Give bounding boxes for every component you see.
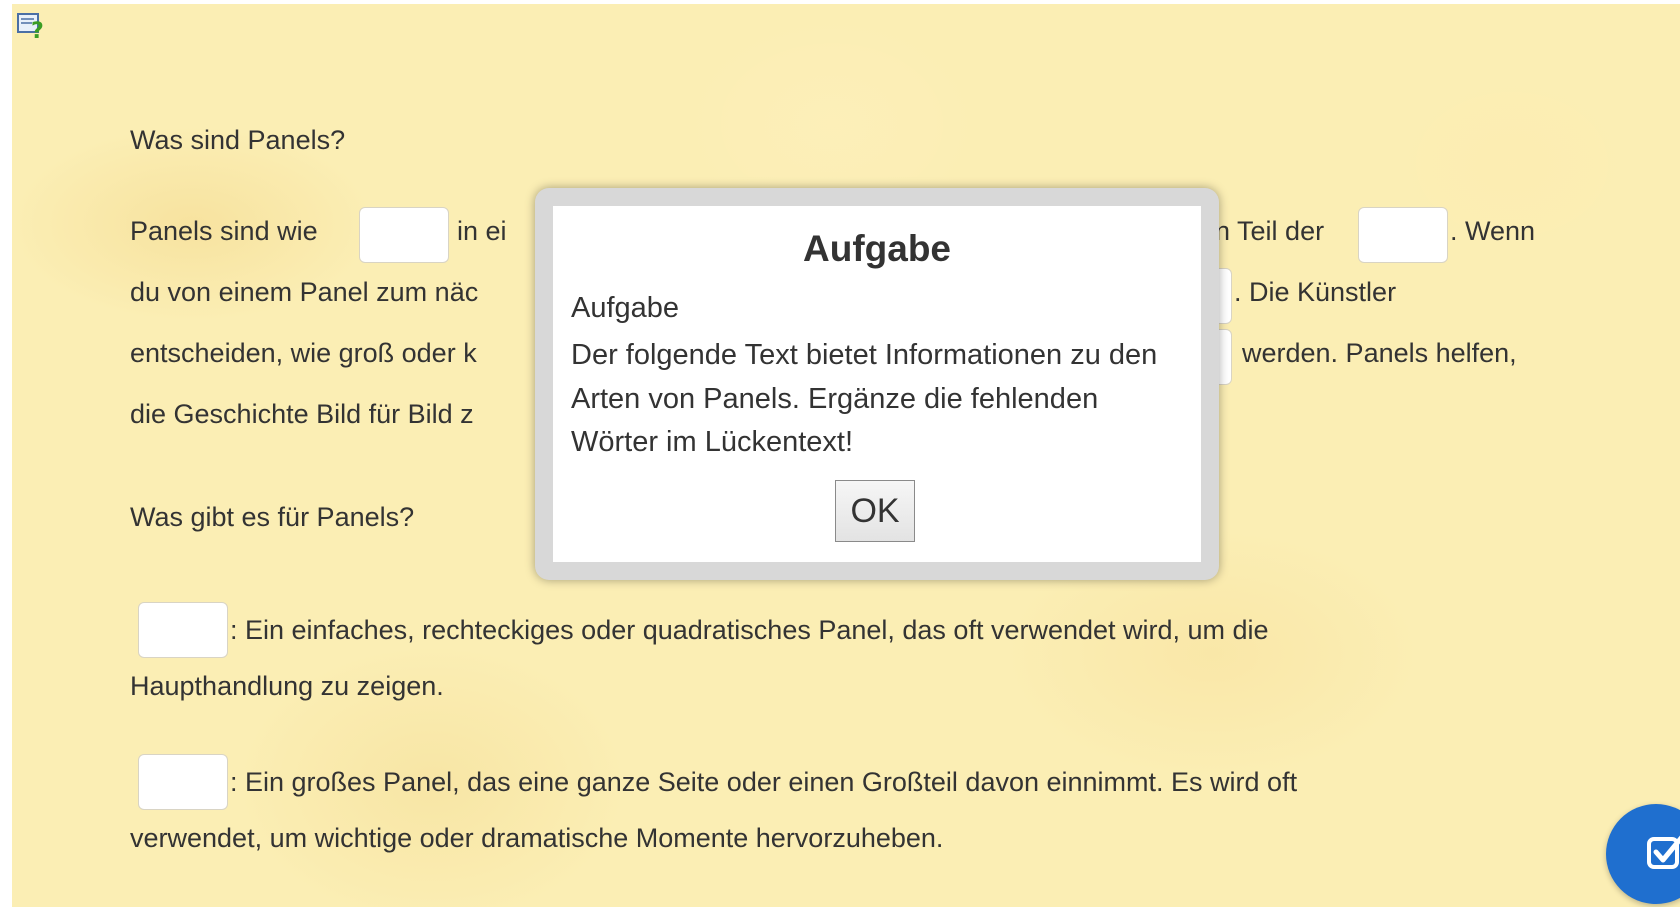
dialog-title: Aufgabe bbox=[803, 228, 951, 269]
item2-line1: : Ein großes Panel, das eine ganze Seite… bbox=[230, 767, 1298, 797]
worksheet-page: ? Was sind Panels? Panels sind wie in ei… bbox=[12, 4, 1680, 907]
gap-input-2[interactable] bbox=[1358, 207, 1448, 263]
item2-line2: verwendet, um wichtige oder dramatische … bbox=[130, 823, 944, 853]
gap-input-5[interactable] bbox=[138, 602, 228, 658]
item1-line1: : Ein einfaches, rechteckiges oder quadr… bbox=[230, 615, 1269, 645]
task-dialog: Aufgabe Aufgabe Der folgende Text bietet… bbox=[535, 188, 1219, 580]
para1-line3-end: werden. Panels helfen, bbox=[1242, 338, 1517, 368]
para1-line2-end: . Die Künstler bbox=[1234, 277, 1397, 307]
gap-input-6[interactable] bbox=[138, 754, 228, 810]
para1-line1-fragment: in ei bbox=[457, 216, 507, 246]
svg-text:?: ? bbox=[31, 19, 44, 43]
dialog-heading: Aufgabe bbox=[571, 292, 680, 324]
task-dialog-content: Aufgabe Aufgabe Der folgende Text bietet… bbox=[553, 206, 1201, 562]
dialog-body-text: Der folgende Text bietet Informationen z… bbox=[571, 339, 1158, 458]
item1-line2: Haupthandlung zu zeigen. bbox=[130, 671, 444, 701]
check-submit-icon bbox=[1646, 832, 1680, 872]
help-question-icon[interactable]: ? bbox=[16, 9, 50, 44]
check-answers-button[interactable] bbox=[1606, 804, 1680, 904]
ok-button[interactable]: OK bbox=[835, 480, 915, 542]
para1-line3-start: entscheiden, wie groß oder k bbox=[130, 338, 477, 368]
gap-input-1[interactable] bbox=[359, 207, 449, 263]
para1-line4-start: die Geschichte Bild für Bild z bbox=[130, 399, 474, 429]
para1-line1-end: . Wenn bbox=[1450, 216, 1536, 246]
heading-was-sind-panels: Was sind Panels? bbox=[130, 125, 346, 155]
para1-line2-start: du von einem Panel zum näc bbox=[130, 277, 479, 307]
para1-line1-start: Panels sind wie bbox=[130, 216, 318, 246]
heading-was-gibt-es-fuer-panels: Was gibt es für Panels? bbox=[130, 502, 415, 532]
